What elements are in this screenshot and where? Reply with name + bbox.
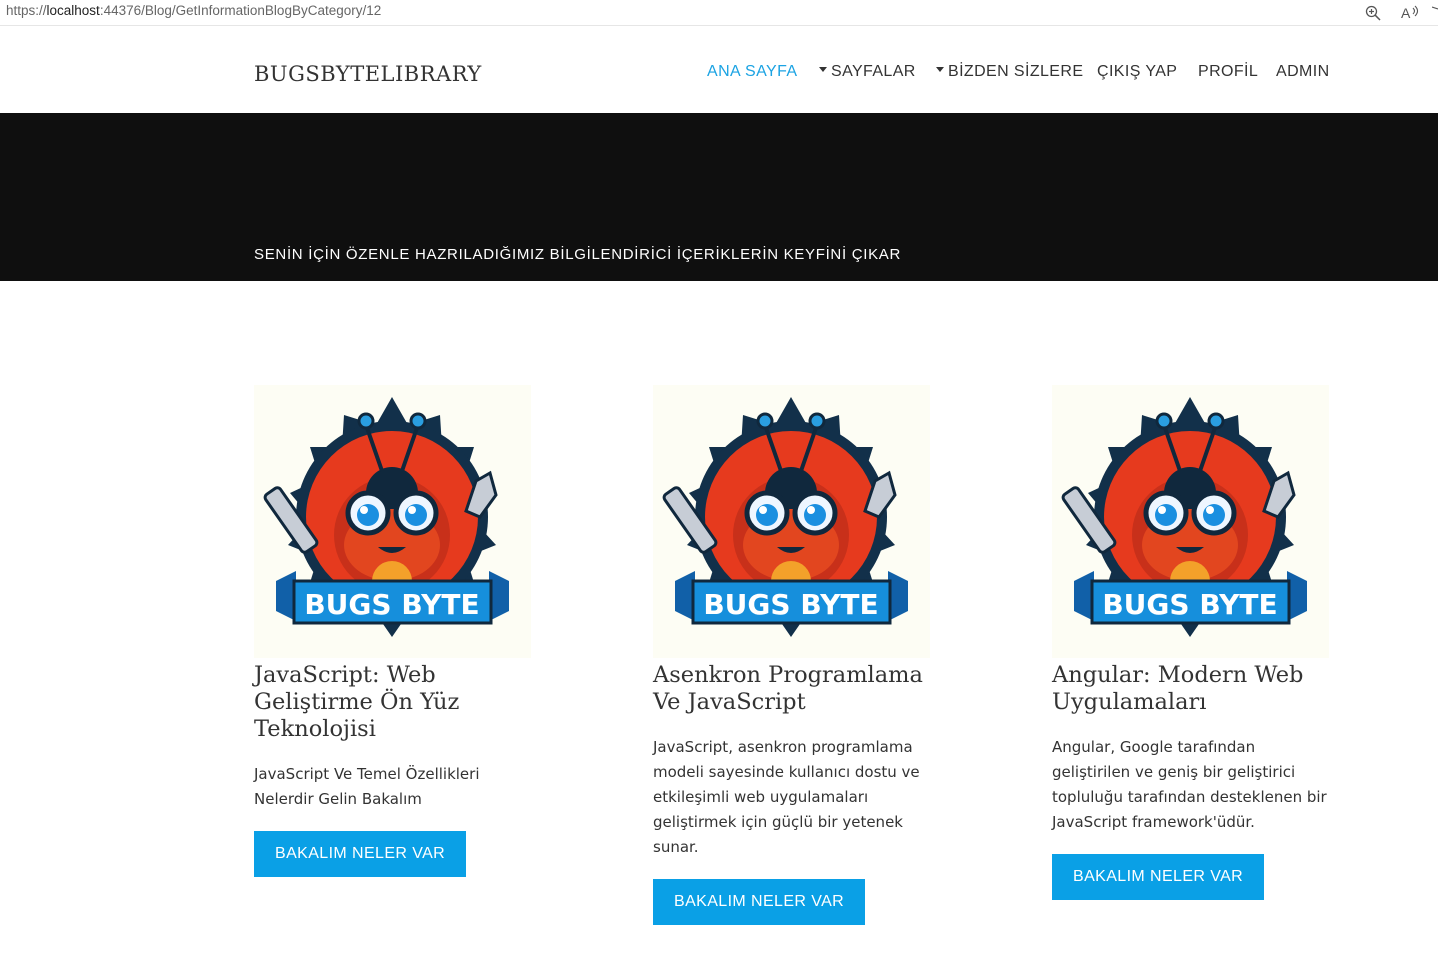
blog-card-image[interactable]: BUGS BYTE (254, 385, 531, 658)
blog-card-description: JavaScript Ve Temel Özellikleri Nelerdir… (254, 765, 480, 808)
blog-card-title[interactable]: JavaScript: Web Geliştirme Ön Yüz Teknol… (254, 662, 532, 743)
svg-text:A: A (1401, 5, 1411, 21)
blog-card: BUGS BYTE Angular: Modern Web Uygulamala… (1052, 385, 1330, 900)
url-field[interactable]: https://localhost:44376/Blog/GetInformat… (6, 3, 381, 18)
read-more-button[interactable]: BAKALIM NELER VAR (653, 879, 866, 925)
bug-mascot-logo-icon: BUGS BYTE (1061, 397, 1307, 637)
nav-profile[interactable]: PROFİL (1198, 63, 1258, 81)
url-path: :44376/Blog/GetInformationBlogByCategory… (99, 3, 382, 18)
site-brand[interactable]: BUGSBYTELIBRARY (254, 62, 482, 86)
nav-admin-label: ADMIN (1276, 63, 1330, 80)
nav-admin[interactable]: ADMIN (1276, 63, 1330, 81)
nav-pages-label: SAYFALAR (831, 63, 916, 80)
svg-text:BUGS BYTE: BUGS BYTE (703, 588, 878, 621)
nav-logout[interactable]: ÇIKIŞ YAP (1097, 63, 1177, 81)
blog-card-description: JavaScript, asenkron programlama modeli … (653, 738, 920, 856)
nav-from-us-dropdown[interactable]: BİZDEN SİZLERE (936, 63, 1083, 81)
nav-home[interactable]: ANA SAYFA (707, 63, 797, 81)
nav-from-us-label: BİZDEN SİZLERE (948, 63, 1084, 80)
blog-card-title[interactable]: Angular: Modern Web Uygulamaları (1052, 662, 1330, 716)
bug-mascot-logo-icon: BUGS BYTE (662, 397, 908, 637)
browser-address-bar[interactable]: https://localhost:44376/Blog/GetInformat… (0, 0, 1438, 26)
blog-card-image[interactable]: BUGS BYTE (1052, 385, 1329, 658)
svg-text:BUGS BYTE: BUGS BYTE (304, 588, 479, 621)
hero-banner: SENİN İÇİN ÖZENLE HAZRILADIĞIMIZ BİLGİLE… (0, 113, 1438, 281)
read-aloud-icon[interactable]: A (1400, 2, 1422, 24)
blog-card: BUGS BYTE JavaScript: Web Geliştirme Ön … (254, 385, 532, 877)
svg-text:BUGS BYTE: BUGS BYTE (1102, 588, 1277, 621)
read-more-button[interactable]: BAKALIM NELER VAR (1052, 854, 1265, 900)
hero-tagline: SENİN İÇİN ÖZENLE HAZRILADIĞIMIZ BİLGİLE… (254, 246, 902, 263)
nav-profile-label: PROFİL (1198, 63, 1259, 80)
url-host: localhost (46, 3, 100, 18)
blog-card-image[interactable]: BUGS BYTE (653, 385, 930, 658)
blog-card-title[interactable]: Asenkron Programlama Ve JavaScript (653, 662, 931, 716)
more-icon[interactable] (1432, 2, 1438, 24)
nav-home-label: ANA SAYFA (707, 63, 798, 80)
bug-mascot-logo-icon: BUGS BYTE (263, 397, 509, 637)
blog-card-description: Angular, Google tarafından geliştirilen … (1052, 738, 1327, 831)
caret-down-icon (819, 67, 827, 73)
nav-pages-dropdown[interactable]: SAYFALAR (819, 63, 916, 81)
url-protocol: https:// (6, 3, 47, 18)
blog-card: BUGS BYTE Asenkron Programlama Ve JavaSc… (653, 385, 931, 925)
read-more-button[interactable]: BAKALIM NELER VAR (254, 831, 467, 877)
caret-down-icon (936, 67, 944, 73)
nav-logout-label: ÇIKIŞ YAP (1097, 63, 1178, 80)
zoom-icon[interactable] (1362, 2, 1384, 24)
site-navbar: BUGSBYTELIBRARY ANA SAYFA SAYFALAR BİZDE… (0, 27, 1438, 113)
